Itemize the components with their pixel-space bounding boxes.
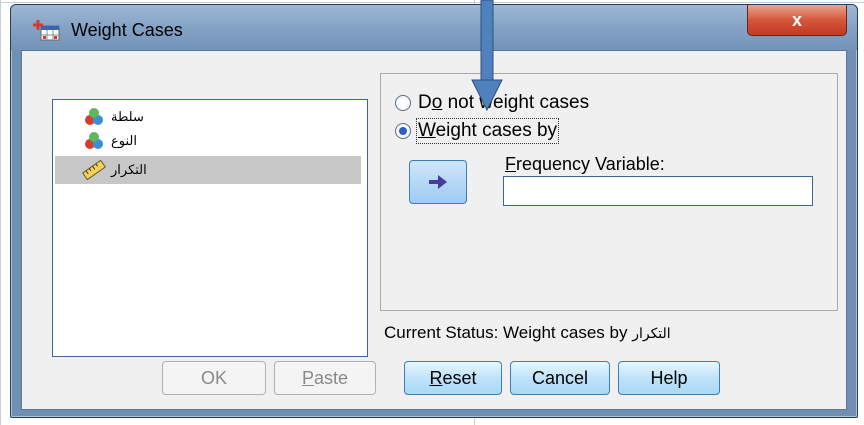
variable-label: التكرار	[111, 162, 147, 177]
weight-options-group: Do not weight cases Weight cases by Freq…	[380, 73, 838, 311]
grid-line	[0, 2, 864, 3]
close-button[interactable]: x	[747, 5, 847, 36]
annotation-arrow-icon	[471, 0, 503, 112]
nominal-variable-icon	[85, 132, 103, 149]
weight-cases-by-option[interactable]: Weight cases by	[395, 118, 560, 144]
dialog-title: Weight Cases	[71, 20, 183, 40]
reset-button[interactable]: Reset	[404, 361, 502, 395]
variable-item[interactable]: سلطة	[55, 106, 361, 128]
arrow-right-icon	[429, 175, 447, 189]
help-button[interactable]: Help	[618, 361, 720, 395]
weight-cases-icon	[33, 20, 60, 41]
ok-button[interactable]: OK	[162, 361, 266, 395]
paste-button[interactable]: Paste	[274, 361, 376, 395]
weight-cases-by-radio[interactable]	[395, 123, 411, 139]
grid-line	[0, 0, 1, 425]
frequency-variable-field[interactable]	[503, 176, 813, 206]
move-variable-button[interactable]	[409, 160, 467, 204]
cancel-button[interactable]: Cancel	[510, 361, 610, 395]
variable-label: النوع	[111, 133, 137, 148]
title-bar[interactable]: Weight Cases x	[11, 5, 857, 50]
dialog-body: سلطة النوع التكرار Do not weight cases W…	[21, 50, 847, 410]
variable-item-selected[interactable]: التكرار	[55, 156, 361, 184]
weight-cases-dialog: Weight Cases x سلطة النوع التكرار Do not…	[10, 4, 858, 418]
scale-variable-icon	[81, 160, 107, 180]
current-status: Current Status: Weight cases by التكرار	[384, 323, 671, 342]
do-not-weight-radio[interactable]	[395, 95, 411, 111]
variable-list[interactable]: سلطة النوع التكرار	[52, 99, 368, 357]
variable-item[interactable]: النوع	[55, 130, 361, 152]
weight-cases-by-label: Weight cases by	[415, 118, 560, 144]
variable-label: سلطة	[111, 109, 144, 124]
frequency-variable-label: Frequency Variable:	[505, 154, 665, 174]
nominal-variable-icon	[85, 108, 103, 125]
close-icon: x	[791, 9, 802, 30]
